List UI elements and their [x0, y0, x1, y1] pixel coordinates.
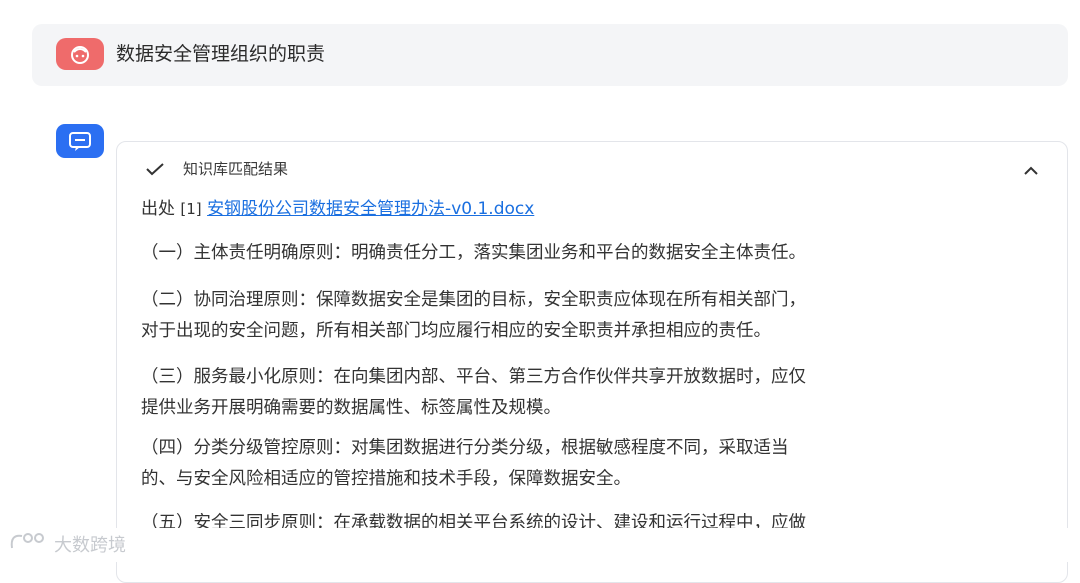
principle-paragraph: （三）服务最小化原则：在向集团内部、平台、第三方合作伙伴共享开放数据时，应仅 提…: [141, 362, 1041, 424]
source-prefix: 出处: [141, 199, 175, 219]
user-question-bar: 数据安全管理组织的职责: [32, 24, 1068, 86]
principle-line: （四）分类分级管控原则：对集团数据进行分类分级，根据敏感程度不同，采取适当: [141, 438, 789, 458]
principle-paragraph: （二）协同治理原则：保障数据安全是集团的目标，安全职责应体现在所有相关部门， 对…: [141, 285, 1041, 347]
principle-line: （一）主体责任明确原则：明确责任分工，落实集团业务和平台的数据安全主体责任。: [141, 243, 806, 263]
knowledge-base-title: 知识库匹配结果: [183, 160, 289, 178]
chevron-up-icon[interactable]: [1023, 161, 1039, 180]
user-question-text: 数据安全管理组织的职责: [116, 43, 326, 65]
bot-chat-icon: [56, 124, 104, 158]
source-reference: 出处 [1] 安钢股份公司数据安全管理办法-v0.1.docx: [141, 196, 534, 222]
principle-line: 的、与安全风险相适应的管控措施和技术手段，保障数据安全。: [141, 469, 631, 489]
principle-line: 提供业务开展明确需要的数据属性、标签属性及规模。: [141, 398, 561, 418]
knowledge-base-header[interactable]: 知识库匹配结果: [141, 156, 1041, 182]
watermark-text: 大数跨境: [54, 535, 126, 556]
check-icon: [145, 161, 165, 180]
principle-paragraph: （四）分类分级管控原则：对集团数据进行分类分级，根据敏感程度不同，采取适当 的、…: [141, 433, 1041, 495]
user-avatar-icon: [56, 38, 104, 70]
principle-paragraph: （一）主体责任明确原则：明确责任分工，落实集团业务和平台的数据安全主体责任。: [141, 238, 1041, 269]
source-document-link[interactable]: 安钢股份公司数据安全管理办法-v0.1.docx: [207, 199, 534, 219]
answer-card: 知识库匹配结果 出处 [1] 安钢股份公司数据安全管理办法-v0.1.docx …: [116, 141, 1068, 583]
principle-line: 对于出现的安全问题，所有相关部门均应履行相应的安全职责并承担相应的责任。: [141, 321, 771, 341]
principle-line: （三）服务最小化原则：在向集团内部、平台、第三方合作伙伴共享开放数据时，应仅: [141, 367, 806, 387]
source-index: [1]: [180, 200, 202, 218]
bottom-cutoff: [0, 528, 1080, 562]
principle-line: （二）协同治理原则：保障数据安全是集团的目标，安全职责应体现在所有相关部门，: [141, 290, 806, 310]
watermark-logo-icon: [8, 530, 48, 558]
